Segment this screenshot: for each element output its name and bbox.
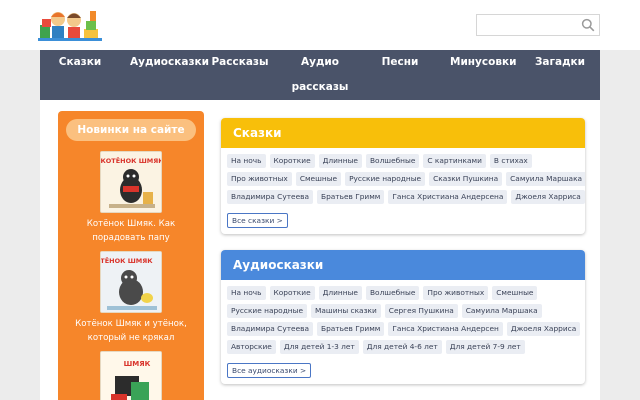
book-item[interactable]: КОТЁНОК ШМЯК Котёнок Шмяк. Как порадоват… (58, 151, 204, 245)
nav-item-label: Аудиосказки (130, 56, 210, 68)
search-input[interactable] (477, 17, 577, 38)
tag-link[interactable]: Длинные (318, 286, 362, 300)
sidebar-title: Новинки на сайте (66, 119, 196, 141)
tag-link[interactable]: Короткие (269, 286, 315, 300)
tag-row: Авторские Для детей 1-3 лет Для детей 4-… (227, 340, 579, 354)
tag-link[interactable]: Владимира Сутеева (227, 322, 314, 336)
book-caption[interactable]: Котёнок Шмяк и утёнок, который не крякал (58, 317, 204, 345)
tag-link[interactable]: Братьев Гримм (317, 322, 385, 336)
tag-link[interactable]: Русские народные (345, 172, 426, 186)
tag-link[interactable]: Владимира Сутеева (227, 190, 314, 204)
tag-link[interactable]: Короткие (269, 154, 315, 168)
tag-link[interactable]: Смешные (295, 172, 342, 186)
tag-link[interactable]: Сергея Пушкина (384, 304, 458, 318)
all-skazki-button[interactable]: Все сказки > (227, 213, 288, 228)
tag-row: На ночь Короткие Длинные Волшебные Про ж… (227, 286, 579, 300)
search-box (476, 14, 600, 38)
tag-link[interactable]: Самуила Маршака (506, 172, 585, 186)
tag-link[interactable]: Ганса Христиана Андерсен (388, 322, 503, 336)
nav-item-label: Рассказы (211, 56, 269, 68)
category-card-skazki: Сказки На ночь Короткие Длинные Волшебны… (221, 118, 585, 234)
nav-item-minusovki[interactable]: Минусовки (440, 50, 520, 100)
tag-link[interactable]: Джоеля Харриса (511, 190, 585, 204)
cover-title: ШМЯК (124, 360, 151, 368)
nav-item-label: Загадки (534, 56, 586, 68)
card-title[interactable]: Аудиосказки (221, 250, 585, 280)
book-cover-image[interactable]: КОТЁНОК ШМЯК (100, 151, 162, 213)
tag-link[interactable]: Братьев Гримм (317, 190, 385, 204)
main-nav: Сказки Аудиосказки Рассказы Аудио расска… (40, 50, 600, 100)
tag-link[interactable]: Самуила Маршака (461, 304, 542, 318)
nav-item-label: Минусовки (450, 56, 517, 68)
tag-link[interactable]: Волшебные (365, 154, 420, 168)
all-audioskazki-button[interactable]: Все аудиосказки > (227, 363, 312, 378)
category-card-audioskazki: Аудиосказки На ночь Короткие Длинные Вол… (221, 250, 585, 384)
book-cover-icon: КОТЁНОК ШМЯК (101, 252, 161, 312)
site-header (0, 0, 640, 50)
tag-link[interactable]: На ночь (227, 154, 266, 168)
nav-item-pesni[interactable]: Песни (360, 50, 440, 100)
new-items-sidebar: Новинки на сайте КОТЁНОК ШМЯК Котёнок Шм… (58, 111, 204, 400)
tag-link[interactable]: Русские народные (227, 304, 308, 318)
card-title[interactable]: Сказки (221, 118, 585, 148)
card-body: На ночь Короткие Длинные Волшебные С кар… (221, 148, 585, 234)
nav-item-skazki[interactable]: Сказки (40, 50, 120, 100)
book-caption[interactable]: Котёнок Шмяк. Как порадовать папу (58, 217, 204, 245)
site-logo[interactable] (38, 7, 106, 43)
tag-row: Русские народные Машины сказки Сергея Пу… (227, 304, 579, 318)
tag-link[interactable]: Смешные (492, 286, 538, 300)
nav-item-label: Песни (381, 56, 419, 68)
tag-row: Владимира Сутеева Братьев Гримм Ганса Хр… (227, 190, 585, 204)
tag-link[interactable]: Для детей 7-9 лет (445, 340, 525, 354)
tag-link[interactable]: Сказки Пушкина (429, 172, 503, 186)
tag-link[interactable]: Для детей 4-6 лет (362, 340, 442, 354)
tag-link[interactable]: Про животных (227, 172, 292, 186)
tag-link[interactable]: Машины сказки (311, 304, 381, 318)
book-cover-icon: КОТЁНОК ШМЯК (101, 152, 162, 212)
card-body: На ночь Короткие Длинные Волшебные Про ж… (221, 280, 585, 384)
book-cover-image[interactable]: ШМЯК (100, 351, 162, 400)
tag-row: Про животных Смешные Русские народные Ск… (227, 172, 585, 186)
tag-link[interactable]: Ганса Христиана Андерсена (388, 190, 508, 204)
tag-row: Владимира Сутеева Братьев Гримм Ганса Хр… (227, 322, 581, 336)
tag-link[interactable]: Про животных (423, 286, 489, 300)
tag-link[interactable]: Джоеля Харриса (506, 322, 581, 336)
tag-link[interactable]: В стихах (489, 154, 532, 168)
cover-title: КОТЁНОК ШМЯК (101, 156, 162, 165)
nav-item-audioskazki[interactable]: Аудиосказки (120, 50, 210, 100)
book-item[interactable]: КОТЁНОК ШМЯК Котёнок Шмяк и утёнок, кото… (58, 251, 204, 345)
tag-link[interactable]: Волшебные (365, 286, 420, 300)
tag-link[interactable]: На ночь (227, 286, 266, 300)
tag-link[interactable]: Для детей 1-3 лет (279, 340, 359, 354)
cover-title: КОТЁНОК ШМЯК (101, 256, 153, 265)
nav-item-label: Сказки (58, 56, 102, 68)
book-cover-image[interactable]: КОТЁНОК ШМЯК (100, 251, 162, 313)
book-item[interactable]: ШМЯК (58, 351, 204, 400)
main-content: Новинки на сайте КОТЁНОК ШМЯК Котёнок Шм… (40, 100, 600, 400)
search-icon[interactable] (581, 18, 595, 32)
nav-item-zagadki[interactable]: Загадки (520, 50, 600, 100)
tag-link[interactable]: Авторские (227, 340, 276, 354)
book-cover-icon: ШМЯК (101, 352, 161, 400)
tag-link[interactable]: С картинками (423, 154, 486, 168)
logo-icon (38, 11, 102, 41)
tag-row: На ночь Короткие Длинные Волшебные С кар… (227, 154, 579, 168)
nav-item-audio-rasskazy[interactable]: Аудио рассказы (280, 50, 360, 100)
nav-item-rasskazy[interactable]: Рассказы (200, 50, 280, 100)
nav-item-label: Аудио рассказы (291, 56, 349, 93)
tag-link[interactable]: Длинные (318, 154, 362, 168)
